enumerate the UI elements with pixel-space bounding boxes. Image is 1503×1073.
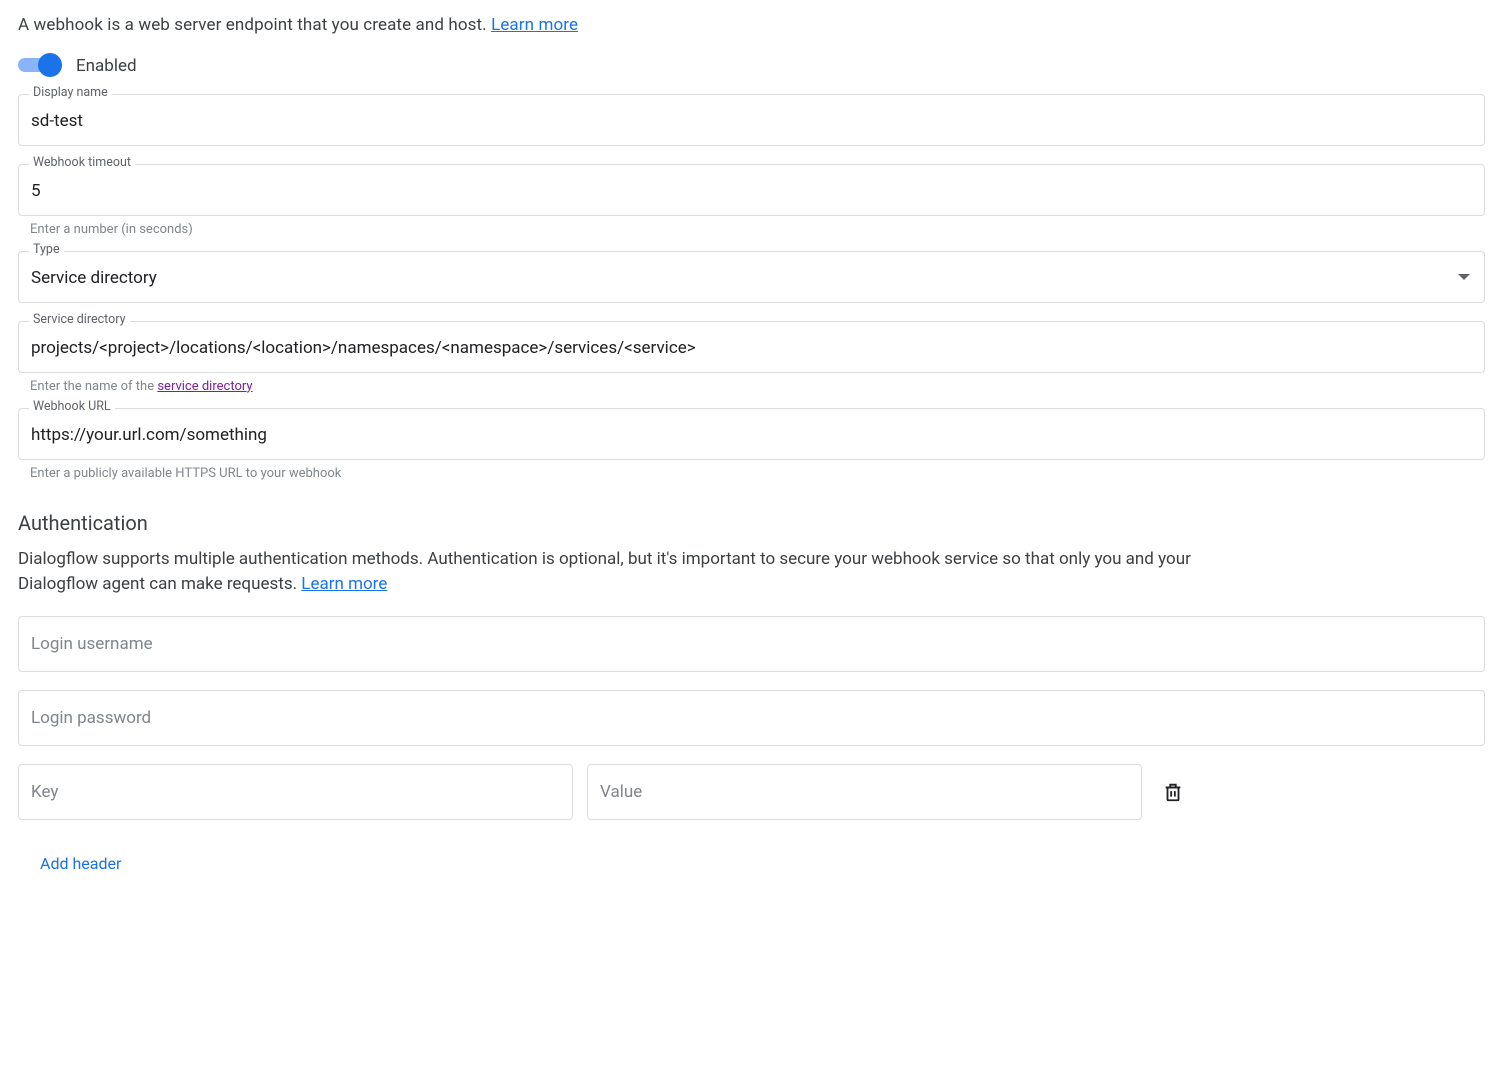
service-directory-input[interactable] — [19, 322, 1484, 372]
login-password-input[interactable] — [19, 691, 1484, 745]
service-directory-helper-link[interactable]: service directory — [157, 379, 252, 394]
enabled-toggle[interactable] — [18, 58, 62, 74]
timeout-label: Webhook timeout — [29, 157, 135, 170]
service-directory-helper: Enter the name of the service directory — [30, 379, 1485, 394]
service-directory-label: Service directory — [29, 314, 130, 327]
intro-text: A webhook is a web server endpoint that … — [18, 14, 1485, 38]
header-key-input[interactable] — [19, 765, 572, 819]
webhook-url-label: Webhook URL — [29, 401, 115, 414]
add-header-button[interactable]: Add header — [30, 846, 131, 881]
auth-learn-more-link[interactable]: Learn more — [301, 574, 387, 594]
type-select[interactable]: Type Service directory — [18, 251, 1485, 303]
header-value-input[interactable] — [588, 765, 1141, 819]
display-name-label: Display name — [29, 87, 112, 100]
webhook-url-helper: Enter a publicly available HTTPS URL to … — [30, 466, 1485, 481]
display-name-input[interactable] — [19, 95, 1484, 145]
timeout-input[interactable] — [19, 165, 1484, 215]
auth-heading: Authentication — [18, 511, 1485, 535]
chevron-down-icon — [1458, 274, 1484, 280]
intro-body: A webhook is a web server endpoint that … — [18, 15, 491, 35]
intro-learn-more-link[interactable]: Learn more — [491, 15, 578, 35]
webhook-url-input[interactable] — [19, 409, 1484, 459]
auth-description: Dialogflow supports multiple authenticat… — [18, 547, 1258, 598]
login-username-input[interactable] — [19, 617, 1484, 671]
type-label: Type — [29, 244, 64, 257]
trash-icon — [1162, 781, 1184, 803]
type-value: Service directory — [19, 252, 1458, 302]
enabled-toggle-label: Enabled — [76, 56, 137, 76]
timeout-helper: Enter a number (in seconds) — [30, 222, 1485, 237]
delete-header-button[interactable] — [1156, 775, 1190, 809]
